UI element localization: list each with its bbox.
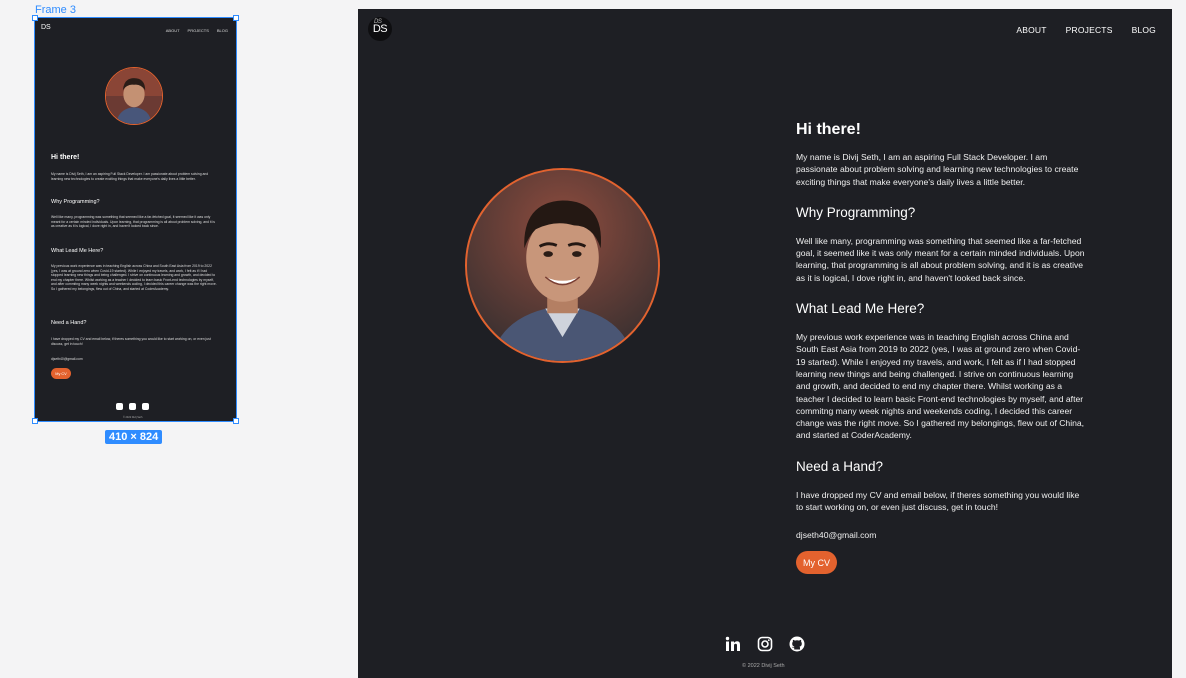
instagram-icon[interactable] xyxy=(757,636,773,652)
mini-nav-projects: PROJECTS xyxy=(187,28,209,33)
frame-label[interactable]: Frame 3 xyxy=(35,4,76,16)
email-text[interactable]: djseth40@gmail.com xyxy=(796,529,1086,541)
mini-heading-what: What Lead Me Here? xyxy=(51,248,104,254)
mini-nav: ABOUT PROJECTS BLOG xyxy=(166,28,228,33)
profile-photo xyxy=(465,168,660,363)
mini-body-need: I have dropped my CV and email below, if… xyxy=(51,337,211,346)
mini-email: djseth40@gmail.com xyxy=(51,357,83,361)
footer-copyright: © 2022 Divij Seth xyxy=(742,663,785,669)
mini-nav-blog: BLOG xyxy=(216,28,228,33)
mini-body-what: My previous work experience was in teach… xyxy=(51,264,217,291)
mini-github-icon xyxy=(142,403,149,410)
desktop-frame[interactable]: DS DS ABOUT PROJECTS BLOG Hi there! My n… xyxy=(358,9,1172,678)
mini-profile-photo xyxy=(105,67,163,125)
mobile-frame-preview[interactable]: DS ABOUT PROJECTS BLOG Hi there! My name… xyxy=(34,17,237,422)
main-nav: ABOUT PROJECTS BLOG xyxy=(1016,25,1156,35)
logo-signature: DS xyxy=(374,19,382,25)
resize-handle-top-left[interactable] xyxy=(32,15,38,21)
paragraph-why-programming: Well like many, programming was somethin… xyxy=(796,235,1085,283)
mini-body-why: Well like many, programming was somethin… xyxy=(51,215,215,229)
resize-handle-bottom-left[interactable] xyxy=(32,418,38,424)
mini-logo: DS xyxy=(41,24,51,31)
resize-handle-bottom-right[interactable] xyxy=(233,418,239,424)
cv-button[interactable]: My CV xyxy=(796,551,837,575)
social-links xyxy=(725,636,805,652)
heading-why-programming: Why Programming? xyxy=(796,204,916,220)
intro-paragraph: My name is Divij Seth, I am an aspiring … xyxy=(796,152,1079,187)
frame-size-badge: 410 × 824 xyxy=(105,430,163,444)
nav-about[interactable]: ABOUT xyxy=(1016,25,1046,35)
greeting-heading: Hi there! xyxy=(796,121,861,138)
mini-greeting-text: Hi there! xyxy=(51,154,80,161)
paragraph-what-lead-me-here: My previous work experience was in teach… xyxy=(796,332,1085,441)
mini-instagram-icon xyxy=(129,403,136,410)
mini-nav-about: ABOUT xyxy=(165,28,180,33)
about-content: Hi there! My name is Divij Seth, I am an… xyxy=(796,117,1086,575)
mini-social xyxy=(116,403,149,410)
nav-blog[interactable]: BLOG xyxy=(1132,25,1156,35)
mini-cv-button: My CV xyxy=(51,368,71,379)
nav-projects[interactable]: PROJECTS xyxy=(1066,25,1113,35)
mini-linkedin-icon xyxy=(116,403,123,410)
resize-handle-top-right[interactable] xyxy=(233,15,239,21)
linkedin-icon[interactable] xyxy=(725,636,741,652)
paragraph-need-a-hand: I have dropped my CV and email below, if… xyxy=(796,489,1080,513)
heading-need-a-hand: Need a Hand? xyxy=(796,458,884,474)
mini-intro: My name is Divij Seth, I am an aspiring … xyxy=(51,172,209,181)
mini-heading-why: Why Programming? xyxy=(51,199,100,205)
mini-heading-need: Need a Hand? xyxy=(51,320,87,326)
github-icon[interactable] xyxy=(789,636,805,652)
logo[interactable]: DS DS xyxy=(368,17,392,41)
mini-greeting: Hi there! xyxy=(51,154,219,161)
heading-what-lead-me-here: What Lead Me Here? xyxy=(796,301,925,317)
mini-footer: © 2022 Divij Seth xyxy=(123,416,143,419)
